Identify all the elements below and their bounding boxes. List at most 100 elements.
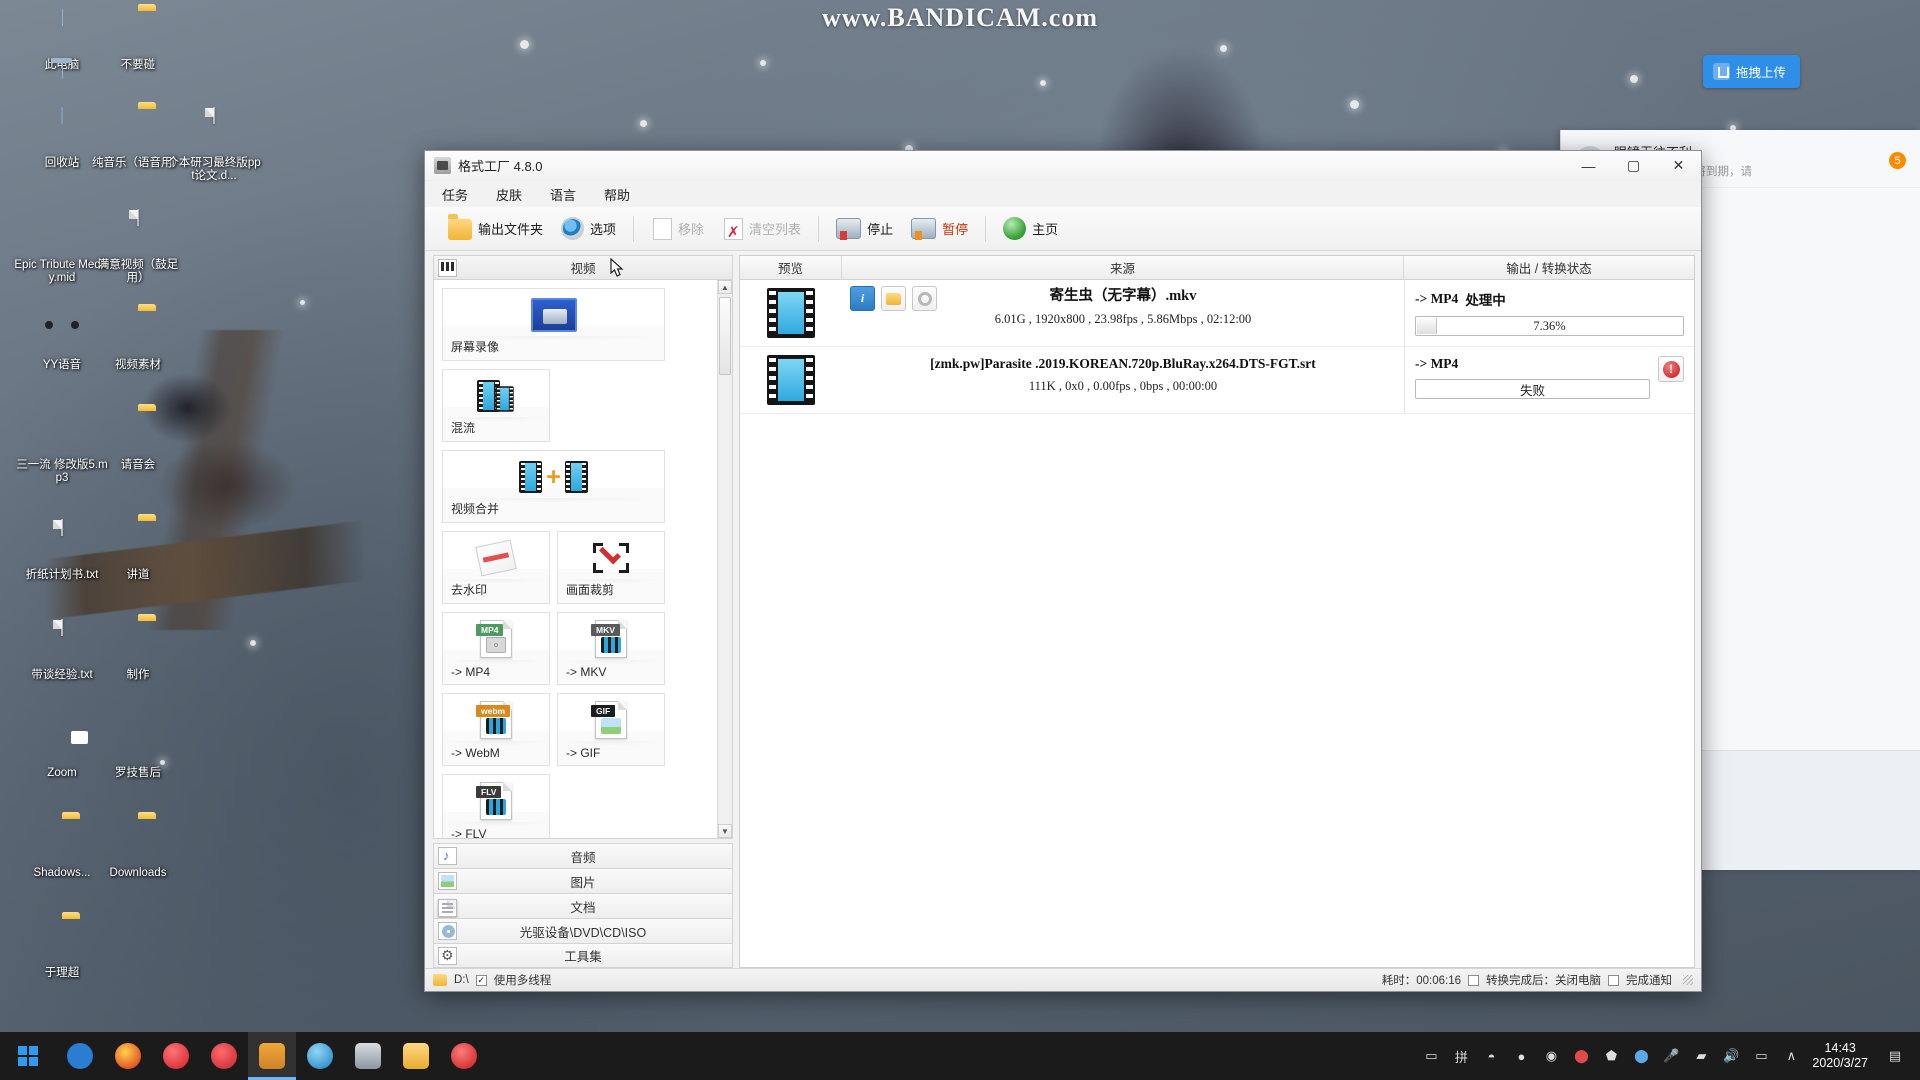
multithread-checkbox[interactable]: ✓	[475, 974, 487, 986]
desktop-icon-label: 不要碰	[120, 59, 156, 71]
tile-to-webm[interactable]: webm -> WebM	[442, 693, 550, 766]
category-video-header[interactable]: 视频	[433, 255, 733, 280]
desktop-icon-label: 请音会	[120, 459, 156, 471]
output-path-icon[interactable]	[433, 974, 447, 986]
taskbar-app-qq[interactable]	[296, 1032, 344, 1080]
taskbar-app-netease[interactable]	[152, 1032, 200, 1080]
tray-app-kugou-icon[interactable]: ◓	[1476, 1032, 1506, 1080]
drag-upload-button[interactable]: 拖拽上传	[1702, 55, 1800, 88]
maximize-button[interactable]: ▢	[1611, 151, 1656, 181]
microphone-icon[interactable]: 🎤	[1656, 1032, 1686, 1080]
notify-checkbox[interactable]	[1608, 974, 1619, 986]
tray-app-record-icon[interactable]: ⬤	[1566, 1032, 1596, 1080]
info-button[interactable]: i	[850, 286, 875, 311]
taskbar-app-kugou[interactable]	[56, 1032, 104, 1080]
output-path: D:\	[454, 974, 469, 986]
volume-icon[interactable]: 🔊	[1716, 1032, 1746, 1080]
menu-item-language[interactable]: 语言	[547, 183, 579, 206]
taskbar-app-format-factory[interactable]	[248, 1032, 296, 1080]
output-folder-button[interactable]: 输出文件夹	[439, 211, 552, 247]
desktop-icon-16[interactable]: 罗技售后	[90, 718, 186, 780]
category-audio[interactable]: 音频	[433, 843, 733, 868]
tile-screen-record[interactable]: 屏幕录像	[442, 288, 665, 361]
tray-app-shield-icon[interactable]: ⬟	[1596, 1032, 1626, 1080]
resize-grip[interactable]	[1683, 975, 1693, 985]
tile-mux[interactable]: 混流	[442, 369, 550, 442]
tile-label: 屏幕录像	[451, 340, 500, 354]
tile-to-gif[interactable]: GIF -> GIF	[557, 693, 665, 766]
menu-item-task[interactable]: 任务	[439, 183, 471, 206]
table-row[interactable]: i 寄生虫（无字幕）.mkv 6.01G , 1920x800 , 23.98f…	[740, 280, 1694, 347]
desktop-icon-1[interactable]: 不要碰	[90, 10, 186, 72]
mux-icon	[477, 380, 515, 412]
desktop-icon-4[interactable]: 个本研习最终版ppt论文.d...	[166, 107, 262, 183]
scroll-up-arrow[interactable]: ▲	[718, 280, 732, 294]
notification-center-icon[interactable]: ▤	[1880, 1032, 1910, 1080]
minimize-button[interactable]: —	[1566, 151, 1611, 181]
taskbar-app-record[interactable]	[440, 1032, 488, 1080]
scrollbar-thumb[interactable]	[719, 297, 731, 375]
battery-icon[interactable]: ▭	[1746, 1032, 1776, 1080]
show-desktop-icon[interactable]: ▭	[1416, 1032, 1446, 1080]
clock[interactable]: 14:43 2020/3/27	[1806, 1041, 1880, 1071]
menu-item-help[interactable]: 帮助	[601, 183, 633, 206]
settings-button[interactable]	[912, 286, 937, 311]
desktop-icon-14[interactable]: 制作	[90, 620, 186, 682]
taskbar-app-camera[interactable]	[344, 1032, 392, 1080]
tray-app-netease-icon[interactable]: ●	[1506, 1032, 1536, 1080]
remove-button[interactable]: 移除	[642, 211, 713, 247]
desktop-icon-18[interactable]: Downloads	[90, 818, 186, 880]
category-document[interactable]: 文档	[433, 893, 733, 918]
options-button[interactable]: 选项	[552, 211, 625, 247]
tile-to-mkv[interactable]: MKV -> MKV	[557, 612, 665, 685]
tile-to-flv[interactable]: FLV -> FLV	[442, 774, 550, 838]
webm-icon: webm	[476, 701, 512, 739]
folder-button[interactable]	[881, 286, 906, 311]
mp3-icon	[38, 210, 86, 256]
output-format: -> MP4	[1415, 356, 1459, 371]
shutdown-label: 转换完成后：关闭电脑	[1486, 975, 1601, 987]
shutdown-checkbox[interactable]	[1468, 974, 1479, 986]
clear-list-button[interactable]: 清空列表	[713, 211, 810, 247]
tile-to-mp4[interactable]: MP4 -> MP4	[442, 612, 550, 685]
category-picture[interactable]: 图片	[433, 868, 733, 893]
tile-merge-video[interactable]: + 视频合并	[442, 450, 665, 523]
desktop-icon-8[interactable]: 视频素材	[90, 310, 186, 372]
desktop-icon-10[interactable]: 请音会	[90, 410, 186, 472]
close-button[interactable]: ✕	[1656, 151, 1701, 181]
tray-app-circle-icon[interactable]: ◉	[1536, 1032, 1566, 1080]
category-disc[interactable]: 光驱设备\DVD\CD\ISO	[433, 918, 733, 943]
desktop-icon-19[interactable]: 于理超	[14, 918, 110, 980]
error-button[interactable]: !	[1658, 356, 1684, 382]
ime-icon[interactable]: 拼	[1446, 1032, 1476, 1080]
windows-icon	[18, 1046, 38, 1066]
category-label: 工具集	[564, 950, 602, 964]
pause-button[interactable]: 暂停	[902, 211, 977, 247]
desktop-icon-label: 制作	[126, 669, 150, 681]
desktop-icon-12[interactable]: 讲道	[90, 520, 186, 582]
screen-record-icon	[530, 298, 577, 332]
tray-app-blue-icon[interactable]: ⬤	[1626, 1032, 1656, 1080]
category-label: 图片	[570, 875, 596, 890]
folder-icon	[114, 410, 162, 456]
tile-remove-watermark[interactable]: 去水印	[442, 531, 550, 604]
network-icon[interactable]: ▰	[1686, 1032, 1716, 1080]
stop-button[interactable]: 停止	[827, 211, 902, 247]
taskbar-app-firefox[interactable]	[104, 1032, 152, 1080]
gif-icon: GIF	[591, 701, 627, 739]
taskbar-app-explorer[interactable]	[392, 1032, 440, 1080]
homepage-button[interactable]: 主页	[994, 211, 1067, 247]
chevron-up-icon[interactable]: ∧	[1776, 1032, 1806, 1080]
category-tools[interactable]: 工具集	[433, 943, 733, 968]
menu-item-skin[interactable]: 皮肤	[493, 183, 525, 206]
folder-icon	[114, 108, 162, 154]
scroll-down-arrow[interactable]: ▼	[718, 824, 732, 838]
desktop-icon-6[interactable]: 满意视频（鼓足用）	[90, 209, 186, 285]
taskbar-app-opera[interactable]	[200, 1032, 248, 1080]
start-button[interactable]	[0, 1032, 56, 1080]
failed-status[interactable]: 失败	[1415, 379, 1650, 399]
menu-bar: 任务 皮肤 语言 帮助	[425, 181, 1701, 207]
tiles-scrollbar[interactable]: ▲ ▼	[717, 280, 732, 838]
table-row[interactable]: [zmk.pw]Parasite .2019.KOREAN.720p.BluRa…	[740, 347, 1694, 414]
tile-crop[interactable]: 画面裁剪	[557, 531, 665, 604]
